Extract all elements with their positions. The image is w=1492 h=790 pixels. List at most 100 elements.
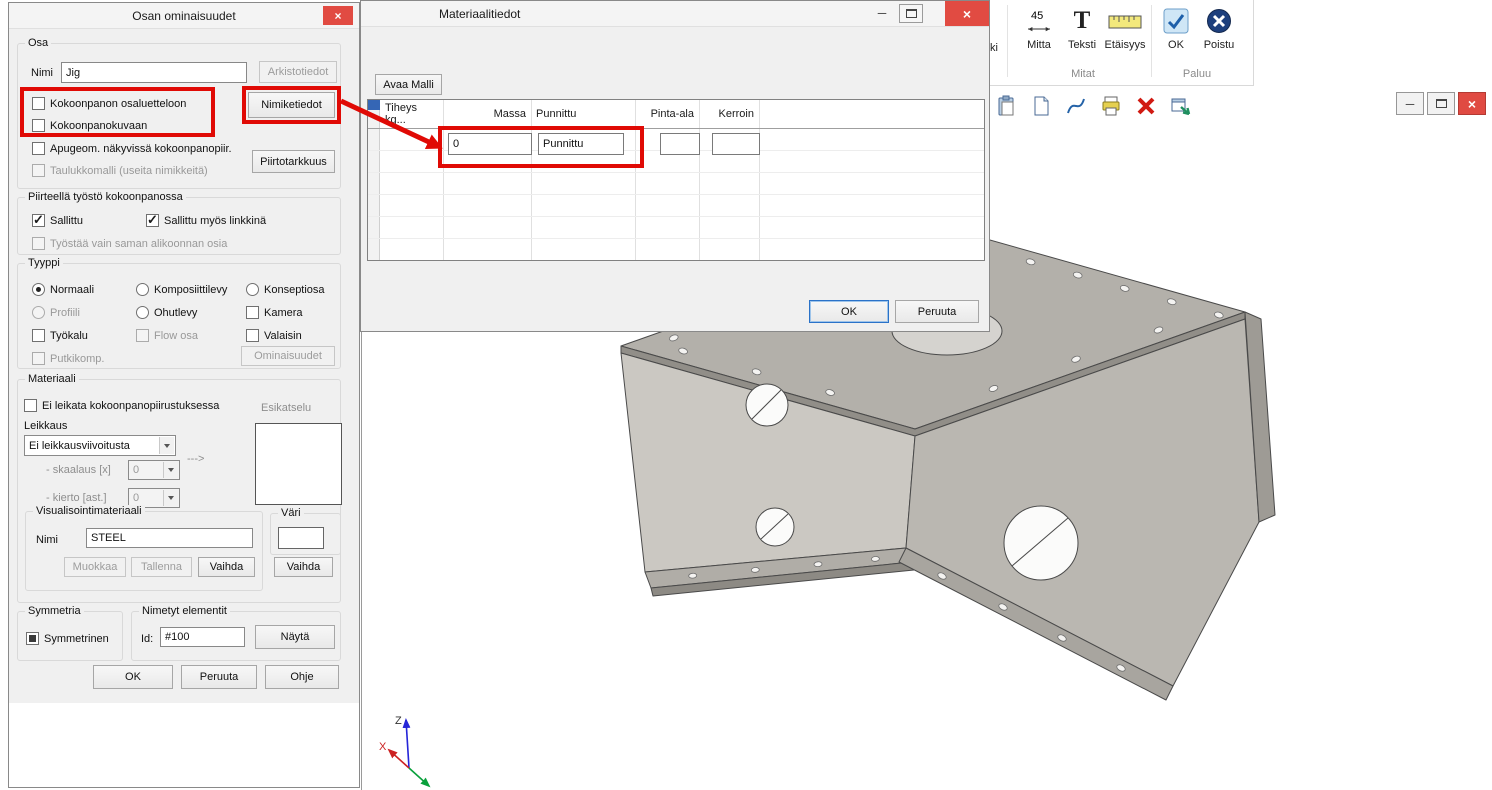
visu-material-input[interactable]: STEEL [86,528,253,548]
ok-button-ribbon[interactable]: OK [1157,3,1195,65]
checkbox-symmetrinen[interactable]: Symmetrinen [26,632,109,645]
leikkaus-combobox[interactable]: Ei leikkausviivoitusta [24,435,176,456]
muokkaa-button[interactable]: Muokkaa [64,557,126,577]
row-selector-column[interactable] [368,100,380,260]
radio-konseptiosa[interactable]: Konseptiosa [246,283,325,296]
ok-button[interactable]: OK [93,665,173,689]
kerroin-combobox[interactable] [712,133,760,155]
minimize-button[interactable]: ─ [871,6,893,20]
document-icon[interactable] [1028,93,1054,119]
viewport-toolbar [993,93,1194,119]
column-header-kerroin: Kerroin [699,100,759,128]
checkbox-label: Kamera [264,307,303,319]
row-divider [368,172,984,173]
chevron-down-icon [163,462,178,478]
radio-circle [246,283,259,296]
material-table[interactable]: Tiheys kg... Massa Punnittu Pinta-ala Ke… [367,99,985,261]
text-icon: T [1074,3,1091,39]
radio-label: Komposiittilevy [154,284,227,296]
paste-icon[interactable] [993,93,1019,119]
close-button[interactable]: × [323,6,353,25]
ohje-button[interactable]: Ohje [265,665,339,689]
nayta-button[interactable]: Näytä [255,625,335,649]
checkbox-label: Symmetrinen [44,633,109,645]
radio-label: Konseptiosa [264,284,325,296]
vaihda-color-button[interactable]: Vaihda [274,557,333,577]
checkbox-sallittu[interactable]: Sallittu [32,214,83,227]
cancel-circle-icon [1206,3,1232,39]
combo-value: 0 [133,464,139,476]
checkbox-taulukkomalli[interactable]: Taulukkomalli (useita nimikkeitä) [32,164,208,177]
checkbox-flow-osa[interactable]: Flow osa [136,329,198,342]
etaisyys-button[interactable]: Etäisyys [1101,3,1149,65]
peruuta-button[interactable]: Peruuta [895,300,979,323]
maximize-button[interactable] [899,4,923,23]
column-header-tiheys: Tiheys kg... [380,100,443,128]
peruuta-button[interactable]: Peruuta [181,665,257,689]
close-button[interactable]: × [1458,92,1486,115]
checkbox-box [136,329,149,342]
maximize-button[interactable] [1427,92,1455,115]
checkbox-valaisin[interactable]: Valaisin [246,329,302,342]
poistu-button[interactable]: Poistu [1197,3,1241,65]
dialog-titlebar[interactable]: Osan ominaisuudet × [9,3,359,29]
nimiketiedot-button[interactable]: Nimiketiedot [248,92,335,118]
checkbox-box [26,632,39,645]
checkbox-tyokalu[interactable]: Työkalu [32,329,88,342]
name-input[interactable]: Jig [61,62,247,83]
radio-profiili[interactable]: Profiili [32,306,80,319]
ok-button[interactable]: OK [809,300,889,323]
group-label: Visualisointimateriaali [33,505,145,517]
checkbox-kokoonpanon-osaluetteloon[interactable]: Kokoonpanon osaluetteloon [32,97,186,110]
punnittu-combobox[interactable]: Punnittu [538,133,624,155]
pinta-ala-combobox[interactable] [660,133,700,155]
delete-icon[interactable] [1133,93,1159,119]
leikkaus-label: Leikkaus [24,420,67,433]
etaisyys-label: Etäisyys [1105,39,1146,51]
checkbox-box [32,214,45,227]
minimize-button[interactable]: ─ [1396,92,1424,115]
column-divider [759,100,760,260]
z-axis-label: Z [395,715,402,727]
row-divider [368,194,984,195]
id-input[interactable]: #100 [160,627,245,647]
skaalaus-combobox[interactable]: 0 [128,460,180,480]
checkbox-label: Putkikomp. [50,353,104,365]
radio-normaali[interactable]: Normaali [32,283,94,296]
export-view-icon[interactable] [1168,93,1194,119]
close-button[interactable]: × [945,1,989,26]
checkbox-box [32,142,45,155]
checkbox-tyosta-vain[interactable]: Työstää vain saman alikoonnan osia [32,237,227,250]
checkbox-box [32,237,45,250]
selected-row-indicator [368,100,380,110]
ominaisuudet-button[interactable]: Ominaisuudet [241,346,335,366]
avaa-malli-button[interactable]: Avaa Malli [375,74,442,95]
massa-combobox[interactable]: 0 [448,133,532,155]
checkbox-kokoonpanokuvaan[interactable]: Kokoonpanokuvaan [32,119,147,132]
checkbox-ei-leikata[interactable]: Ei leikata kokoonpanopiirustuksessa [24,399,219,412]
radio-komposiittilevy[interactable]: Komposiittilevy [136,283,227,296]
color-swatch[interactable] [278,527,324,549]
dialog-titlebar[interactable]: Materiaalitiedot ─ × [361,1,989,27]
vaihda-material-button[interactable]: Vaihda [198,557,255,577]
column-header-punnittu: Punnittu [531,100,635,128]
checkbox-label: Työstää vain saman alikoonnan osia [50,238,227,250]
clipped-ribbon-label: ki [990,42,998,54]
curve-icon[interactable] [1063,93,1089,119]
checkbox-apugeom[interactable]: Apugeom. näkyvissä kokoonpanopiir. [32,142,232,155]
mitta-button[interactable]: 45 Mitta [1019,3,1059,65]
checkbox-sallittu-linkkina[interactable]: Sallittu myös linkkinä [146,214,266,227]
group-label: Piirteellä työstö kokoonpanossa [25,191,186,203]
ribbon: ki 45 Mitta T Teksti Etäisyys Mitat OK P… [985,0,1254,86]
radio-ohutlevy[interactable]: Ohutlevy [136,306,197,319]
checkbox-putkikomp[interactable]: Putkikomp. [32,352,104,365]
checkbox-label: Kokoonpanon osaluetteloon [50,98,186,110]
print-icon[interactable] [1098,93,1124,119]
arkistotiedot-button[interactable]: Arkistotiedot [259,61,337,83]
checkbox-box [32,164,45,177]
piirtotarkkuus-button[interactable]: Piirtotarkkuus [252,150,335,173]
tallenna-button[interactable]: Tallenna [131,557,192,577]
teksti-button[interactable]: T Teksti [1063,3,1101,65]
checkbox-box [32,352,45,365]
checkbox-kamera[interactable]: Kamera [246,306,303,319]
